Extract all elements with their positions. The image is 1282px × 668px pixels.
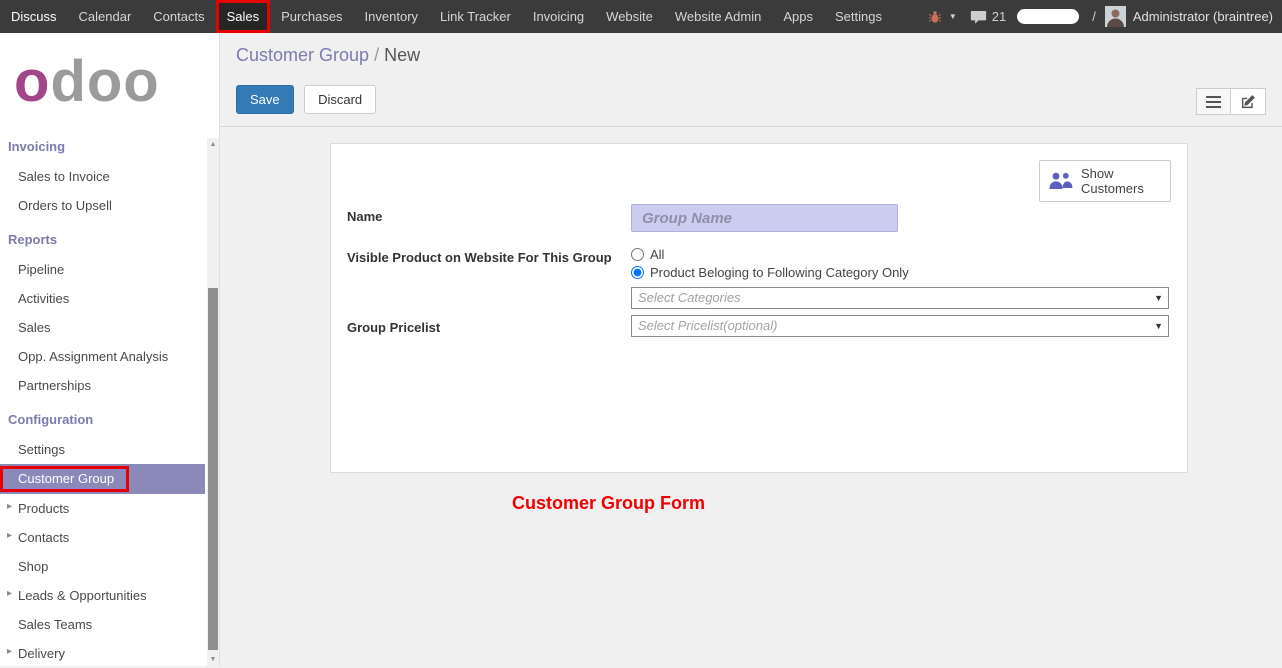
sidebar-item-pipeline[interactable]: Pipeline <box>0 255 219 284</box>
pricelist-select-placeholder: Select Pricelist(optional) <box>638 318 777 333</box>
sidebar-nav: Invoicing Sales to Invoice Orders to Ups… <box>0 127 219 668</box>
sidebar-item-shop[interactable]: Shop <box>0 552 219 581</box>
dropdown-caret-icon: ▼ <box>1154 316 1163 337</box>
form-view-icon <box>1241 94 1256 109</box>
sidebar-item-sales[interactable]: Sales <box>0 313 219 342</box>
status-pill[interactable] <box>1017 9 1079 24</box>
breadcrumb-customer-group-link[interactable]: Customer Group <box>236 45 369 65</box>
name-row: Name <box>347 204 1171 232</box>
control-panel: Customer Group/New Save Discard <box>220 33 1282 127</box>
debug-caret-icon[interactable]: ▼ <box>949 12 957 21</box>
expand-arrow-icon: ▸ <box>7 646 12 657</box>
control-buttons: Save Discard <box>236 85 1266 114</box>
save-button[interactable]: Save <box>236 85 294 114</box>
annotation-caption: Customer Group Form <box>512 493 705 514</box>
topbar-right: ▼ 21 / Administrator (braintree) <box>928 0 1282 33</box>
sidebar-item-label: Delivery <box>18 646 65 661</box>
odoo-logo: odoo <box>0 33 219 125</box>
scroll-down-icon[interactable]: ▼ <box>207 653 219 666</box>
menu-item-website-admin[interactable]: Website Admin <box>664 0 772 33</box>
breadcrumb-separator: / <box>374 45 379 65</box>
menu-item-discuss[interactable]: Discuss <box>0 0 68 33</box>
menu-item-invoicing[interactable]: Invoicing <box>522 0 595 33</box>
menu-item-website[interactable]: Website <box>595 0 664 33</box>
expand-arrow-icon: ▸ <box>7 501 12 512</box>
sidebar-item-customer-group[interactable]: Customer Group <box>0 464 205 494</box>
list-view-button[interactable] <box>1196 88 1231 115</box>
customers-group-icon <box>1048 172 1073 190</box>
sidebar-item-products[interactable]: ▸ Products <box>0 494 219 523</box>
visible-product-row: Visible Product on Website For This Grou… <box>347 245 1171 309</box>
sidebar-item-activities[interactable]: Activities <box>0 284 219 313</box>
radio-category-input[interactable] <box>631 266 644 279</box>
categories-select-placeholder: Select Categories <box>638 290 741 305</box>
sidebar-item-sales-to-invoice[interactable]: Sales to Invoice <box>0 162 219 191</box>
menu-item-settings[interactable]: Settings <box>824 0 893 33</box>
sidebar-item-sales-teams[interactable]: Sales Teams <box>0 610 219 639</box>
sidebar-section-configuration: Configuration <box>0 400 219 435</box>
menu-item-apps[interactable]: Apps <box>772 0 824 33</box>
sidebar-item-label: Contacts <box>18 530 69 545</box>
user-menu[interactable]: Administrator (braintree) <box>1133 9 1273 24</box>
radio-category-label: Product Beloging to Following Category O… <box>650 265 909 280</box>
debug-bug-icon[interactable] <box>928 10 942 24</box>
group-pricelist-label: Group Pricelist <box>347 315 631 337</box>
main-area: Customer Group/New Save Discard <box>220 33 1282 666</box>
topbar-divider: / <box>1092 9 1096 24</box>
sidebar-item-label: Products <box>18 501 69 516</box>
radio-option-category[interactable]: Product Beloging to Following Category O… <box>631 263 1169 281</box>
group-name-input[interactable] <box>631 204 898 232</box>
menu-item-purchases[interactable]: Purchases <box>270 0 353 33</box>
menu-item-contacts[interactable]: Contacts <box>142 0 215 33</box>
sidebar-item-contacts[interactable]: ▸ Contacts <box>0 523 219 552</box>
logo-letter: o <box>14 49 50 114</box>
topbar: Discuss Calendar Contacts Sales Purchase… <box>0 0 1282 33</box>
scroll-up-icon[interactable]: ▲ <box>207 138 219 151</box>
form-view-button[interactable] <box>1231 88 1266 115</box>
view-switcher <box>1196 88 1266 115</box>
expand-arrow-icon: ▸ <box>7 588 12 599</box>
menu-item-sales[interactable]: Sales <box>216 0 271 33</box>
radio-all-input[interactable] <box>631 248 644 261</box>
sidebar-item-label: Customer Group <box>18 471 114 486</box>
messages-icon[interactable] <box>970 10 987 24</box>
pricelist-row: Group Pricelist Select Pricelist(optiona… <box>347 315 1171 337</box>
user-avatar[interactable] <box>1105 6 1126 27</box>
pricelist-select[interactable]: Select Pricelist(optional) ▼ <box>631 315 1169 337</box>
show-customers-label: Show Customers <box>1081 166 1162 196</box>
menu-item-calendar[interactable]: Calendar <box>68 0 143 33</box>
visible-product-label: Visible Product on Website For This Grou… <box>347 245 631 309</box>
breadcrumb: Customer Group/New <box>236 45 1266 66</box>
sidebar-item-opp-assignment-analysis[interactable]: Opp. Assignment Analysis <box>0 342 219 371</box>
sidebar: odoo Invoicing Sales to Invoice Orders t… <box>0 33 220 666</box>
sidebar-section-invoicing: Invoicing <box>0 127 219 162</box>
sidebar-item-settings[interactable]: Settings <box>0 435 219 464</box>
dropdown-caret-icon: ▼ <box>1154 288 1163 309</box>
annotation-box-customer-group: Customer Group <box>0 466 129 492</box>
categories-select[interactable]: Select Categories ▼ <box>631 287 1169 309</box>
scrollbar-thumb[interactable] <box>208 288 218 650</box>
sidebar-item-leads-opportunities[interactable]: ▸ Leads & Opportunities <box>0 581 219 610</box>
sidebar-item-delivery[interactable]: ▸ Delivery <box>0 639 219 668</box>
sidebar-item-orders-to-upsell[interactable]: Orders to Upsell <box>0 191 219 220</box>
breadcrumb-current: New <box>384 45 420 65</box>
customer-group-form: Name Visible Product on Website For This… <box>347 204 1171 337</box>
form-card: Show Customers Name Visible Product on W… <box>330 143 1188 473</box>
radio-all-label: All <box>650 247 664 262</box>
radio-option-all[interactable]: All <box>631 245 1169 263</box>
sidebar-item-partnerships[interactable]: Partnerships <box>0 371 219 400</box>
name-label: Name <box>347 204 631 232</box>
list-view-icon <box>1206 96 1221 108</box>
expand-arrow-icon: ▸ <box>7 530 12 541</box>
menu-item-inventory[interactable]: Inventory <box>354 0 429 33</box>
message-count-badge[interactable]: 21 <box>992 9 1006 24</box>
menu-item-link-tracker[interactable]: Link Tracker <box>429 0 522 33</box>
sidebar-scrollbar[interactable]: ▲ ▼ <box>207 138 219 666</box>
show-customers-button[interactable]: Show Customers <box>1039 160 1171 202</box>
discard-button[interactable]: Discard <box>304 85 376 114</box>
sidebar-item-label: Leads & Opportunities <box>18 588 147 603</box>
logo-letters: doo <box>50 49 159 114</box>
sidebar-section-reports: Reports <box>0 220 219 255</box>
